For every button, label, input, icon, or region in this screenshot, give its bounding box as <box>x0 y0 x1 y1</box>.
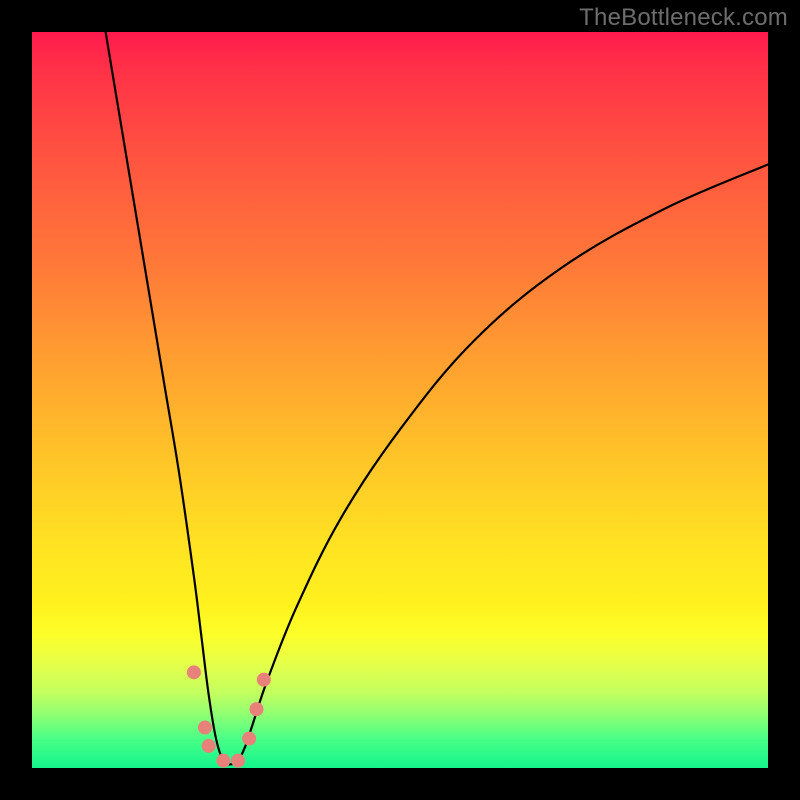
data-marker <box>187 665 201 679</box>
data-marker <box>198 721 212 735</box>
chart-svg <box>32 32 768 768</box>
bottleneck-curve <box>106 32 768 764</box>
data-marker <box>231 754 245 768</box>
chart-frame: TheBottleneck.com <box>0 0 800 800</box>
data-marker <box>242 732 256 746</box>
data-marker <box>257 673 271 687</box>
plot-area <box>32 32 768 768</box>
data-marker <box>249 702 263 716</box>
data-marker <box>202 739 216 753</box>
marker-layer <box>187 665 271 767</box>
data-marker <box>216 754 230 768</box>
curve-layer <box>106 32 768 764</box>
watermark-text: TheBottleneck.com <box>579 4 788 32</box>
